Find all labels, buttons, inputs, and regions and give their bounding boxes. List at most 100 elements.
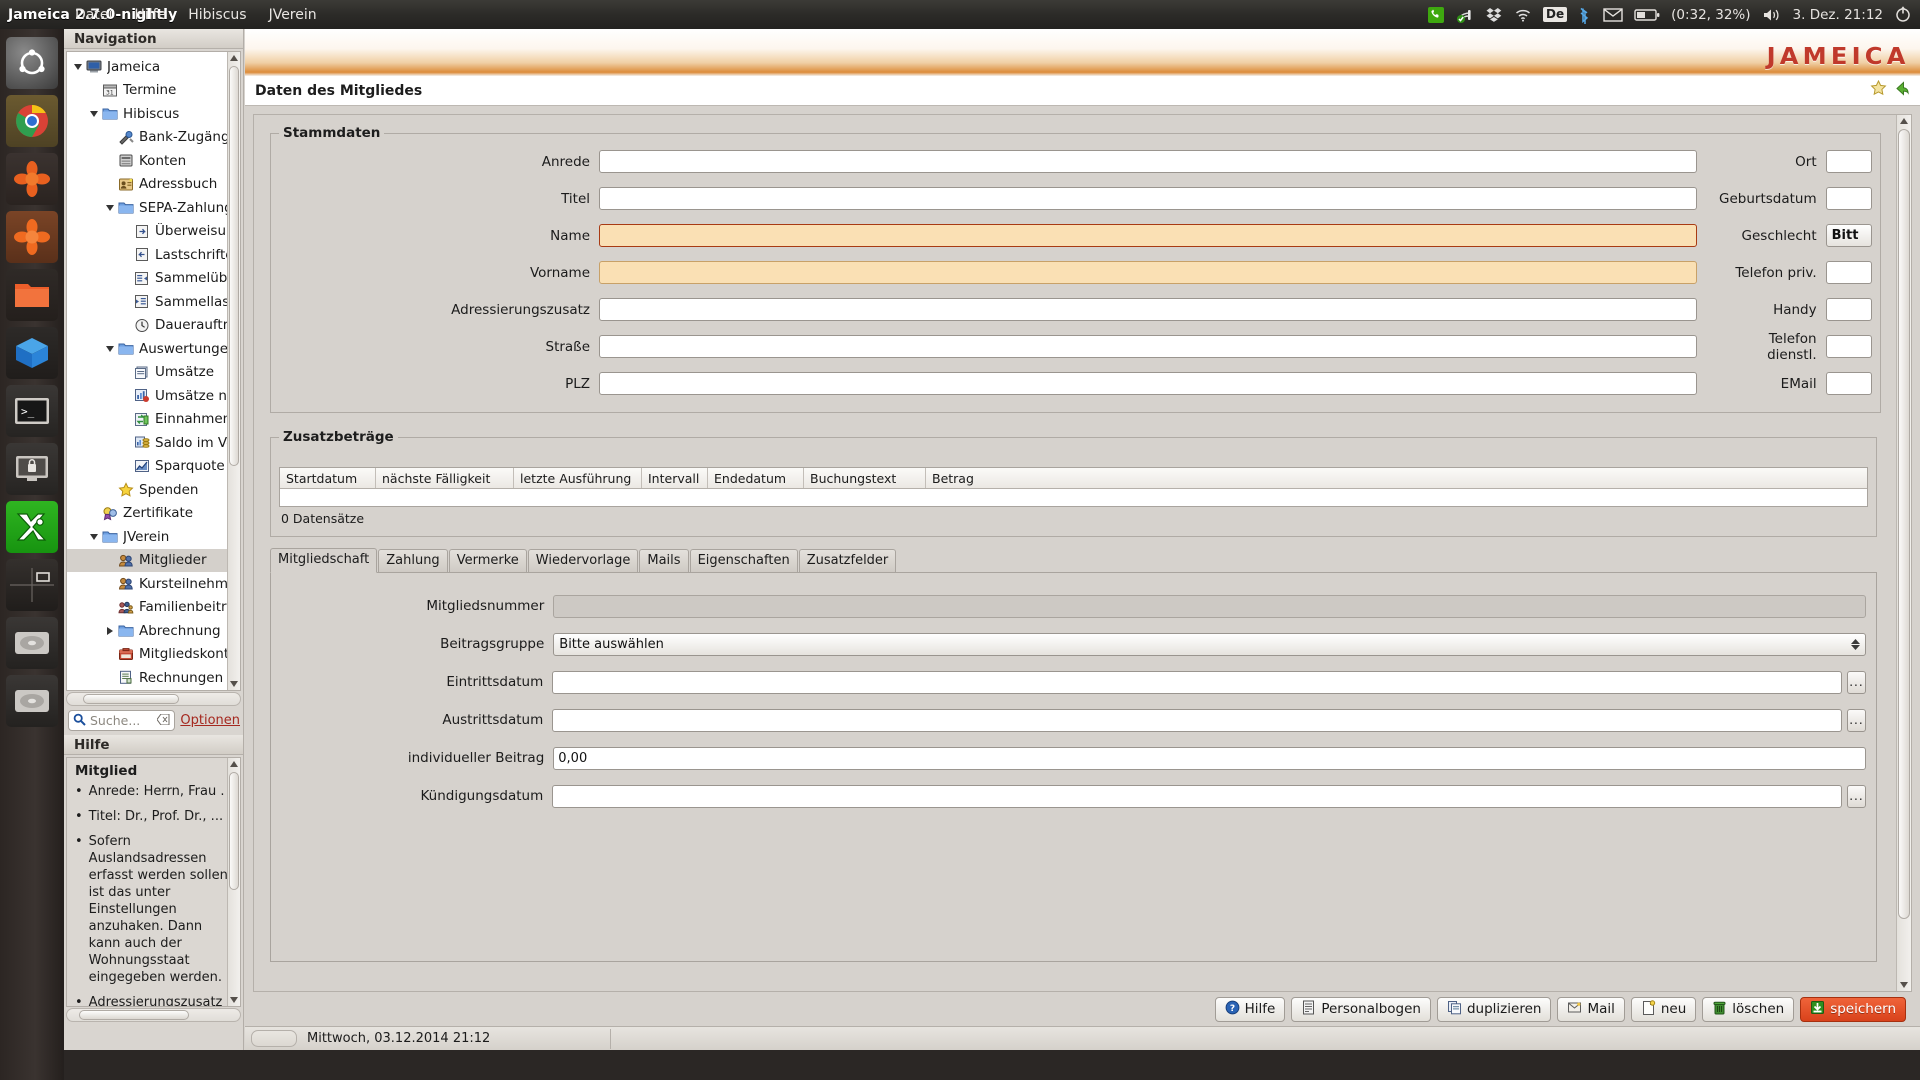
- nav-item-lastschriften[interactable]: Lastschriften: [67, 243, 240, 267]
- field-input-titel[interactable]: [599, 187, 1697, 210]
- help-hscroll-thumb[interactable]: [79, 1010, 189, 1020]
- field-input-handy[interactable]: [1825, 298, 1872, 321]
- table-column-header[interactable]: Betrag: [926, 468, 1867, 488]
- sync-icon[interactable]: [1456, 5, 1474, 25]
- scroll-down-arrow[interactable]: [228, 679, 240, 689]
- favorite-star-icon[interactable]: [1870, 79, 1887, 101]
- nav-item-umsätze[interactable]: Umsätze: [67, 361, 240, 385]
- button-löschen[interactable]: löschen: [1702, 996, 1795, 1022]
- button-mail[interactable]: Mail: [1557, 996, 1625, 1022]
- back-arrow-icon[interactable]: [1893, 80, 1910, 101]
- help-scroll-up-arrow[interactable]: [228, 759, 240, 769]
- menu-item-datei[interactable]: Datei: [64, 3, 123, 27]
- nav-item-spenden[interactable]: Spenden: [67, 478, 240, 502]
- nav-item-sammelüberw[interactable]: Sammelüberw: [67, 267, 240, 291]
- nav-item-jverein[interactable]: JVerein: [67, 525, 240, 549]
- bluetooth-icon[interactable]: [1578, 5, 1592, 25]
- field-input-anrede[interactable]: [599, 150, 1697, 173]
- navigation-hscroll-thumb[interactable]: [83, 694, 179, 704]
- nav-item-jameica[interactable]: Jameica: [67, 55, 240, 79]
- twisty-down-icon[interactable]: [87, 110, 101, 117]
- navigation-horizontal-scrollbar[interactable]: [66, 692, 241, 706]
- keyboard-layout-icon[interactable]: De: [1542, 5, 1568, 25]
- field-input-kündigungsdatum[interactable]: [552, 784, 1842, 808]
- ubuntu-dash-icon[interactable]: [6, 37, 58, 89]
- field-input-geburtsdatum[interactable]: [1825, 187, 1872, 210]
- mail-icon[interactable]: [1603, 5, 1623, 25]
- search-input[interactable]: Suche...: [68, 710, 176, 731]
- help-horizontal-scrollbar[interactable]: [66, 1008, 241, 1022]
- workspace-switcher-icon[interactable]: [6, 559, 58, 611]
- nav-item-bank-zugänge[interactable]: Bank-Zugänge: [67, 126, 240, 150]
- nav-item-auswertungen[interactable]: Auswertungen: [67, 337, 240, 361]
- navigation-vertical-scrollbar[interactable]: [227, 52, 240, 690]
- form-scroll-thumb[interactable]: [1898, 129, 1910, 919]
- twisty-down-icon[interactable]: [87, 533, 101, 540]
- zusatzbetraege-table[interactable]: Startdatum nächste Fälligkeit letzte Ausfü…: [279, 467, 1868, 507]
- table-column-header[interactable]: Intervall: [642, 468, 708, 488]
- nav-item-hibiscus[interactable]: Hibiscus: [67, 102, 240, 126]
- nav-item-kursteilnehmer[interactable]: Kursteilnehmer: [67, 572, 240, 596]
- help-vertical-scrollbar[interactable]: [227, 758, 240, 1006]
- nav-item-familienbeitrag[interactable]: Familienbeitrag: [67, 596, 240, 620]
- twisty-down-icon[interactable]: [103, 345, 117, 352]
- tab-wiedervorlage[interactable]: Wiedervorlage: [527, 549, 639, 572]
- field-input-eintrittsdatum[interactable]: [552, 670, 1842, 694]
- nav-item-termine[interactable]: 31 Termine: [67, 79, 240, 103]
- menu-item-hibiscus[interactable]: Hibiscus: [177, 3, 257, 27]
- field-input-name[interactable]: [599, 224, 1697, 247]
- nav-item-sparquote[interactable]: Sparquote: [67, 455, 240, 479]
- date-picker-button-kündigungsdatum[interactable]: ...: [1846, 784, 1866, 808]
- nav-item-daueraufträg[interactable]: Daueraufträg: [67, 314, 240, 338]
- navigation-scroll-thumb[interactable]: [229, 66, 239, 466]
- search-options-link[interactable]: Optionen: [180, 713, 240, 728]
- twisty-down-icon[interactable]: [103, 204, 117, 211]
- drive2-icon[interactable]: [6, 675, 58, 727]
- lockscreen-icon[interactable]: [6, 443, 58, 495]
- virtualbox-icon[interactable]: [6, 327, 58, 379]
- tab-mitgliedschaft[interactable]: Mitgliedschaft: [270, 548, 378, 573]
- wifi-icon[interactable]: [1514, 5, 1532, 25]
- field-input-ort[interactable]: [1825, 150, 1872, 173]
- dropbox-icon[interactable]: [1485, 5, 1503, 25]
- files-icon[interactable]: [6, 269, 58, 321]
- terminal-icon[interactable]: >_: [6, 385, 58, 437]
- button-speichern[interactable]: speichern: [1800, 996, 1906, 1022]
- volume-icon[interactable]: [1762, 5, 1782, 25]
- tab-vermerke[interactable]: Vermerke: [448, 549, 527, 572]
- field-input-telefon-priv-[interactable]: [1825, 261, 1872, 284]
- table-column-header[interactable]: letzte Ausführung: [514, 468, 642, 488]
- jameica-icon[interactable]: [6, 153, 58, 205]
- power-icon[interactable]: [1894, 5, 1912, 25]
- tab-mails[interactable]: Mails: [639, 549, 689, 572]
- field-input-vorname[interactable]: [599, 261, 1697, 284]
- field-input-adressierungszusatz[interactable]: [599, 298, 1697, 321]
- chevron-updown-icon[interactable]: [1851, 638, 1863, 650]
- nav-item-überweisunge[interactable]: Überweisunge: [67, 220, 240, 244]
- scroll-up-arrow[interactable]: [228, 53, 240, 63]
- nav-item-mitglieder[interactable]: Mitglieder: [67, 548, 240, 572]
- button-neu[interactable]: neu: [1630, 996, 1697, 1022]
- field-combo-geschlecht[interactable]: Bitt: [1825, 224, 1872, 247]
- help-scroll-down-arrow[interactable]: [228, 995, 240, 1005]
- field-combo-beitragsgruppe[interactable]: Bitte auswählen: [553, 632, 1866, 656]
- table-column-header[interactable]: nächste Fälligkeit: [376, 468, 514, 488]
- field-input-individueller-beitrag[interactable]: [553, 746, 1866, 770]
- drive-icon[interactable]: [6, 617, 58, 669]
- clear-search-icon[interactable]: [156, 713, 170, 728]
- tab-zahlung[interactable]: Zahlung: [378, 549, 448, 572]
- tab-zusatzfelder[interactable]: Zusatzfelder: [798, 549, 897, 572]
- menu-item-hilfe[interactable]: Hilfe: [123, 3, 177, 27]
- nav-item-umsätze-nach[interactable]: Umsätze nach: [67, 384, 240, 408]
- tab-eigenschaften[interactable]: Eigenschaften: [689, 549, 798, 572]
- twisty-down-icon[interactable]: [71, 63, 85, 70]
- phone-icon[interactable]: [1427, 5, 1445, 25]
- form-scroll-down-arrow[interactable]: [1897, 980, 1911, 990]
- button-hilfe[interactable]: ? Hilfe: [1214, 996, 1286, 1022]
- button-personalbogen[interactable]: Personalbogen: [1291, 996, 1431, 1022]
- nav-item-zertifikate[interactable]: Zertifikate: [67, 502, 240, 526]
- nav-item-saldo-im-verla[interactable]: Saldo im Verla: [67, 431, 240, 455]
- field-input-straße[interactable]: [599, 335, 1697, 358]
- field-input-plz[interactable]: [599, 372, 1697, 395]
- navigation-tree[interactable]: Jameica 31 Termine Hibiscus Bank-Zugänge Kont…: [66, 51, 241, 691]
